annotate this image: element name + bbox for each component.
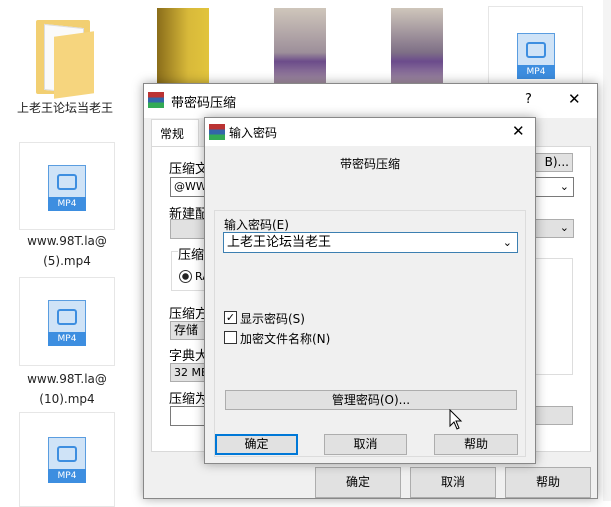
close-icon[interactable]: ✕ (512, 122, 525, 140)
close-icon[interactable]: ✕ (568, 90, 581, 108)
split-label: 压缩为 (169, 392, 209, 407)
video-file-icon: MP4 (48, 437, 86, 483)
help-icon[interactable]: ? (525, 92, 532, 107)
folder-label: 上老王论坛当老王 (16, 101, 113, 115)
file-label: www.98T.la@ (5).mp4 (27, 234, 107, 268)
options-box (534, 258, 573, 375)
scrollbar[interactable] (603, 0, 611, 501)
tab-general[interactable]: 常规 (151, 119, 199, 147)
cancel-button[interactable]: 取消 (410, 467, 496, 498)
encrypt-filenames-label: 加密文件名称(N) (240, 332, 331, 346)
format-group-label: 压缩 (178, 244, 205, 263)
manage-passwords-button[interactable]: 管理密码(O)... (225, 390, 517, 410)
update-mode-dropdown[interactable]: ⌄ (534, 177, 574, 197)
show-password-checkbox[interactable]: ✓ (224, 311, 237, 324)
file-tile[interactable]: MP4 (19, 142, 115, 230)
method-label: 压缩方 (169, 307, 209, 322)
file-tile[interactable]: MP4 (19, 412, 115, 507)
ok-button[interactable]: 确定 (215, 434, 298, 455)
archive-name-label: 压缩文 (169, 162, 209, 177)
dialog-title: 带密码压缩 (171, 96, 237, 111)
file-tile[interactable]: MP4 (19, 277, 115, 366)
mouse-cursor-icon (449, 409, 463, 430)
folder-icon[interactable] (36, 16, 94, 99)
show-password-label: 显示密码(S) (240, 312, 305, 326)
help-button[interactable]: 帮助 (505, 467, 591, 498)
help-button[interactable]: 帮助 (434, 434, 518, 455)
dialog-heading: 带密码压缩 (339, 157, 400, 171)
video-file-icon: MP4 (48, 165, 86, 211)
cancel-button[interactable]: 取消 (324, 434, 407, 455)
file-label: www.98T.la@ (10).mp4 (27, 372, 107, 406)
video-file-icon: MP4 (517, 33, 555, 79)
parameters-button[interactable] (534, 406, 573, 425)
password-input[interactable]: 上老王论坛当老王 ⌄ (223, 232, 518, 253)
dictionary-label: 字典大 (169, 349, 209, 364)
dialog-title: 输入密码 (229, 126, 278, 140)
options-dropdown[interactable]: ⌄ (534, 219, 574, 238)
encrypt-filenames-checkbox[interactable] (224, 331, 237, 344)
enter-password-dialog: 输入密码 ✕ 带密码压缩 输入密码(E) 上老王论坛当老王 ⌄ ✓ 显示密码(S)… (204, 117, 536, 464)
chevron-down-icon[interactable]: ⌄ (503, 233, 512, 252)
rar-radio[interactable] (179, 270, 192, 283)
browse-button[interactable]: B)... (534, 153, 573, 172)
video-file-icon: MP4 (48, 300, 86, 346)
winrar-icon (209, 124, 225, 140)
password-label: 输入密码(E) (224, 218, 289, 232)
winrar-icon (148, 92, 164, 108)
ok-button[interactable]: 确定 (315, 467, 401, 498)
